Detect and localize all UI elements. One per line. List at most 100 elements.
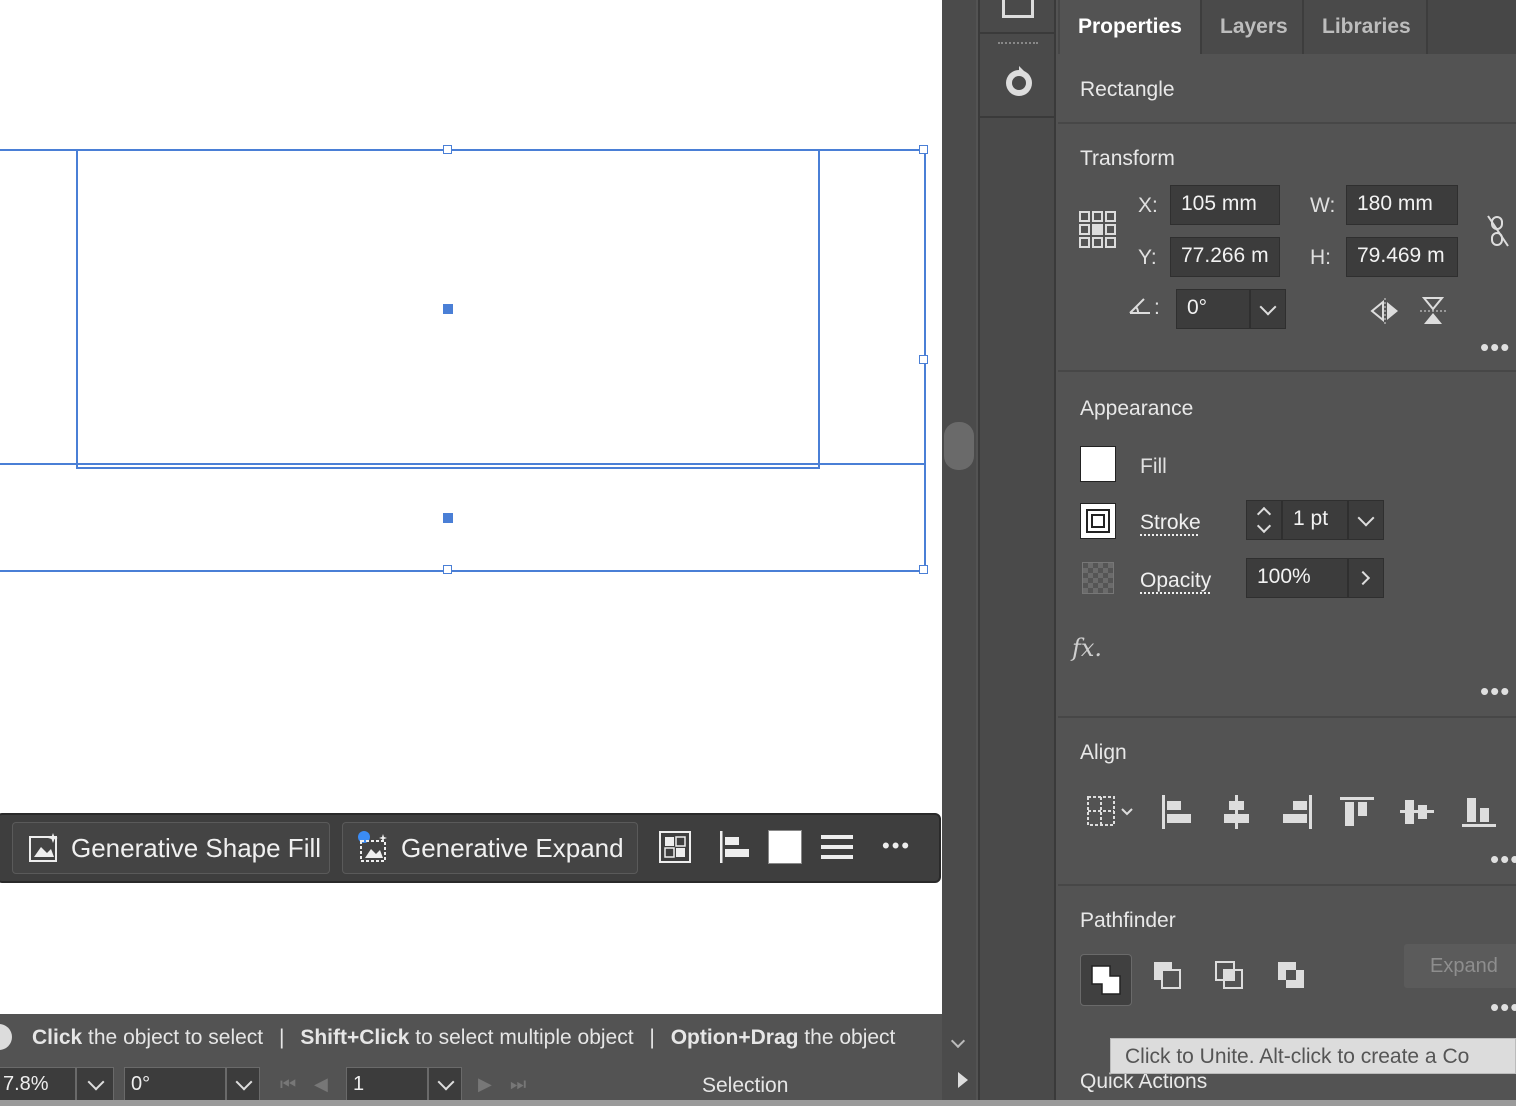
generative-shape-fill-icon: [27, 831, 61, 865]
rotation-dropdown[interactable]: [226, 1067, 260, 1101]
fill-color-swatch[interactable]: [768, 830, 802, 864]
hint3-bold: Option+Drag: [671, 1026, 799, 1049]
pathfinder-unite-button[interactable]: [1080, 954, 1132, 1006]
flip-vertical-icon[interactable]: [1420, 296, 1446, 331]
generative-expand-icon: [357, 831, 391, 865]
rotation-field[interactable]: 0°: [124, 1067, 226, 1101]
hint2-bold: Shift+Click: [300, 1026, 409, 1049]
chevron-down-icon: [88, 1074, 105, 1091]
tab-properties[interactable]: Properties: [1060, 0, 1202, 54]
object-type-label: Rectangle: [1080, 78, 1175, 102]
hint2-rest: to select multiple object: [409, 1026, 633, 1049]
flip-horizontal-icon[interactable]: [1370, 298, 1400, 329]
pathfinder-exclude-icon[interactable]: [1274, 958, 1314, 998]
status-hint-text: Click the object to select | Shift+Click…: [32, 1026, 895, 1050]
toolbar-divider: [980, 32, 1056, 34]
tab-layers[interactable]: Layers: [1202, 0, 1304, 54]
align-bottom-edge-icon[interactable]: [1462, 795, 1496, 829]
align-left-edge-icon[interactable]: [1160, 795, 1194, 829]
recolor-grid-icon[interactable]: [658, 830, 694, 866]
y-position-input[interactable]: 77.266 m: [1170, 237, 1280, 277]
appearance-more-options-icon[interactable]: •••: [1480, 676, 1510, 707]
rotation-angle-input[interactable]: 0°: [1176, 289, 1250, 329]
fx-effects-icon[interactable]: fx.: [1072, 634, 1102, 662]
generative-expand-button[interactable]: Generative Expand: [342, 822, 638, 874]
generative-expand-label: Generative Expand: [401, 833, 624, 864]
first-artboard-icon[interactable]: ⏮: [280, 1074, 296, 1095]
unite-tooltip: Click to Unite. Alt-click to create a Co: [1110, 1038, 1516, 1074]
selection-bounding-box[interactable]: [0, 149, 926, 572]
status-circle-icon: [0, 1024, 12, 1050]
pathfinder-more-options-icon[interactable]: •••: [1490, 992, 1516, 1023]
menu-lines-icon[interactable]: [820, 830, 856, 866]
artboard-tool-icon[interactable]: [1002, 0, 1034, 18]
hint1-rest: the object to select: [82, 1026, 263, 1049]
width-input[interactable]: 180 mm: [1346, 185, 1458, 225]
align-section-title: Align: [1080, 741, 1127, 765]
edit-toolbar-icon[interactable]: [1002, 64, 1038, 105]
pathfinder-minus-front-icon[interactable]: [1150, 958, 1190, 998]
opacity-expand-button[interactable]: [1348, 558, 1384, 598]
stepper-down-icon[interactable]: [1257, 519, 1271, 533]
current-tool-label: Selection: [702, 1074, 788, 1098]
bbox-middle-line: [0, 463, 924, 465]
unite-icon: [1090, 964, 1122, 996]
stroke-weight-input[interactable]: 1 pt: [1282, 500, 1348, 540]
align-to-selection-icon[interactable]: [1086, 795, 1120, 829]
stroke-stepper[interactable]: [1246, 500, 1282, 540]
selection-center-point: [443, 513, 453, 523]
section-divider: [1058, 716, 1516, 718]
tab-libraries[interactable]: Libraries: [1304, 0, 1428, 54]
pathfinder-expand-button[interactable]: Expand: [1404, 944, 1516, 988]
chevron-down-icon: [236, 1074, 253, 1091]
x-label: X:: [1138, 194, 1158, 218]
section-divider: [1058, 884, 1516, 886]
rotation-angle-dropdown[interactable]: [1250, 289, 1286, 329]
transform-more-options-icon[interactable]: •••: [1480, 332, 1510, 363]
last-artboard-icon[interactable]: ⏭: [510, 1074, 526, 1095]
w-label: W:: [1310, 194, 1335, 218]
resize-handle-middle-right[interactable]: [919, 355, 928, 364]
resize-handle-bottom-right[interactable]: [919, 565, 928, 574]
constrain-proportions-icon[interactable]: [1486, 214, 1512, 253]
resize-handle-bottom-center[interactable]: [443, 565, 452, 574]
artboard-dropdown[interactable]: [428, 1067, 462, 1101]
align-left-icon[interactable]: [718, 830, 754, 866]
stroke-swatch[interactable]: [1080, 503, 1116, 539]
fill-swatch[interactable]: [1080, 446, 1116, 482]
zoom-field[interactable]: 7.8%: [0, 1067, 76, 1101]
zoom-dropdown[interactable]: [76, 1067, 114, 1101]
stroke-label[interactable]: Stroke: [1140, 511, 1201, 535]
scrollbar-thumb[interactable]: [944, 422, 974, 470]
chevron-down-icon: [438, 1074, 455, 1091]
next-artboard-icon[interactable]: ▶: [478, 1074, 492, 1095]
toolbar-grip[interactable]: [998, 42, 1038, 50]
height-input[interactable]: 79.469 m: [1346, 237, 1458, 277]
resize-handle-top-right[interactable]: [919, 145, 928, 154]
x-position-input[interactable]: 105 mm: [1170, 185, 1280, 225]
pathfinder-intersect-icon[interactable]: [1212, 958, 1252, 998]
align-right-edge-icon[interactable]: [1280, 795, 1314, 829]
align-top-edge-icon[interactable]: [1340, 795, 1374, 829]
opacity-label[interactable]: Opacity: [1140, 569, 1211, 593]
contextual-task-bar: Generative Shape Fill Generative Expand …: [0, 813, 941, 883]
angle-icon: [1128, 296, 1152, 321]
align-horizontal-center-icon[interactable]: [1220, 795, 1254, 829]
hint-sep-2: |: [649, 1026, 654, 1049]
resize-handle-top-center[interactable]: [443, 145, 452, 154]
previous-artboard-icon[interactable]: ◀: [314, 1074, 328, 1095]
artboard-number-field[interactable]: 1: [346, 1067, 428, 1101]
stroke-weight-dropdown[interactable]: [1348, 500, 1384, 540]
scroll-right-arrow-icon[interactable]: [958, 1072, 968, 1088]
align-more-options-icon[interactable]: •••: [1490, 844, 1516, 875]
align-vertical-center-icon[interactable]: [1400, 795, 1434, 829]
vertical-scrollbar[interactable]: [942, 0, 976, 1106]
y-label: Y:: [1138, 246, 1157, 270]
hint1-bold: Click: [32, 1026, 82, 1049]
opacity-input[interactable]: 100%: [1246, 558, 1348, 598]
chevron-down-icon: [1260, 299, 1277, 316]
context-bar-more-button[interactable]: •••: [882, 833, 911, 859]
reference-point-icon[interactable]: [1078, 210, 1118, 255]
pathfinder-section-title: Pathfinder: [1080, 909, 1176, 933]
generative-shape-fill-button[interactable]: Generative Shape Fill: [12, 822, 330, 874]
